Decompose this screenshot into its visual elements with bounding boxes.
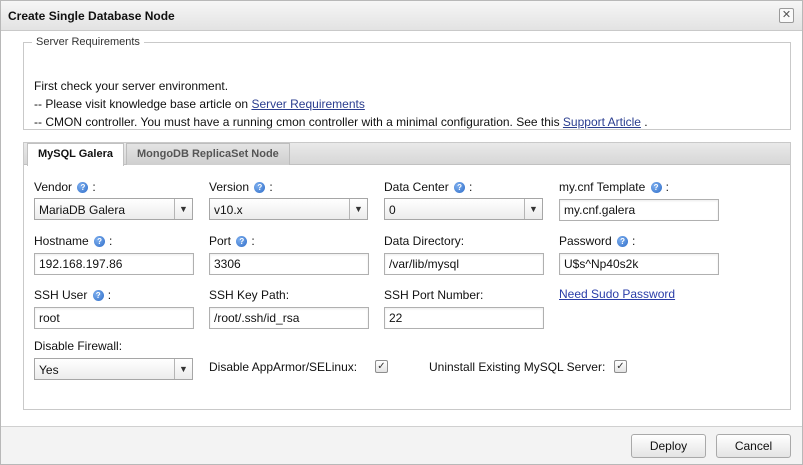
disable-apparmor-label: Disable AppArmor/SELinux: — [209, 360, 358, 374]
requirements-line-3: -- CMON controller. You must have a runn… — [34, 115, 648, 129]
dialog-titlebar: Create Single Database Node ✕ — [1, 1, 802, 31]
vendor-select[interactable]: MariaDB Galera ▼ — [34, 198, 193, 220]
data-center-select[interactable]: 0 ▼ — [384, 198, 543, 220]
version-label-text: Version — [209, 180, 250, 194]
colon: : — [632, 234, 636, 248]
dialog-title: Create Single Database Node — [8, 9, 175, 23]
help-icon[interactable]: ? — [94, 236, 106, 247]
vendor-value: MariaDB Galera — [39, 203, 126, 217]
port-input[interactable] — [209, 253, 369, 275]
data-center-label-text: Data Center — [384, 180, 449, 194]
disable-apparmor-checkbox[interactable]: ✓ — [375, 360, 388, 373]
tab-mongodb-replicaset[interactable]: MongoDB ReplicaSet Node — [126, 143, 290, 165]
password-label-text: Password — [559, 234, 612, 248]
help-icon[interactable]: ? — [650, 182, 662, 193]
colon: : — [469, 180, 473, 194]
hostname-label-text: Hostname — [34, 234, 89, 248]
dialog-footer: Deploy Cancel — [1, 426, 802, 464]
ssh-port-input[interactable] — [384, 307, 544, 329]
server-requirements-fieldset: Server Requirements First check your ser… — [23, 36, 791, 130]
mycnf-template-label-text: my.cnf Template — [559, 180, 646, 194]
requirements-line-2-text: -- Please visit knowledge base article o… — [34, 97, 252, 111]
colon: : — [109, 234, 113, 248]
disable-firewall-select[interactable]: Yes ▼ — [34, 358, 193, 380]
port-label: Port ?: — [209, 234, 255, 248]
dialog-content: Server Requirements First check your ser… — [1, 32, 802, 426]
uninstall-mysql-checkbox[interactable]: ✓ — [614, 360, 627, 373]
checkmark-icon: ✓ — [616, 361, 625, 372]
help-icon[interactable]: ? — [254, 182, 266, 193]
help-icon[interactable]: ? — [92, 290, 104, 301]
mycnf-template-label: my.cnf Template ?: — [559, 180, 669, 194]
password-label: Password ?: — [559, 234, 635, 248]
deploy-button[interactable]: Deploy — [631, 434, 706, 458]
chevron-down-icon: ▼ — [524, 199, 542, 219]
colon: : — [269, 180, 273, 194]
port-label-text: Port — [209, 234, 232, 248]
help-icon[interactable]: ? — [454, 182, 466, 193]
colon: : — [92, 180, 96, 194]
help-icon[interactable]: ? — [617, 236, 629, 247]
db-type-tabs-panel: MySQL Galera MongoDB ReplicaSet Node Ven… — [23, 142, 791, 410]
requirements-line-2: -- Please visit knowledge base article o… — [34, 97, 365, 111]
server-requirements-link[interactable]: Server Requirements — [251, 97, 364, 111]
ssh-user-label: SSH User ?: — [34, 288, 111, 302]
need-sudo-password-link[interactable]: Need Sudo Password — [559, 287, 675, 301]
vendor-label: Vendor ?: — [34, 180, 96, 194]
help-icon[interactable]: ? — [77, 182, 89, 193]
uninstall-mysql-label: Uninstall Existing MySQL Server: — [429, 360, 606, 374]
chevron-down-icon: ▼ — [349, 199, 367, 219]
requirements-line-1: First check your server environment. — [34, 79, 229, 93]
colon: : — [107, 288, 112, 302]
requirements-line-3-text: -- CMON controller. You must have a runn… — [34, 115, 563, 129]
version-select[interactable]: v10.x ▼ — [209, 198, 368, 220]
hostname-label: Hostname ?: — [34, 234, 112, 248]
vendor-label-text: Vendor — [34, 180, 73, 194]
server-requirements-legend: Server Requirements — [36, 36, 140, 48]
version-label: Version ?: — [209, 180, 273, 194]
data-directory-input[interactable] — [384, 253, 544, 275]
colon: : — [251, 234, 255, 248]
checkmark-icon: ✓ — [377, 361, 386, 372]
tab-mysql-galera[interactable]: MySQL Galera — [27, 143, 124, 166]
data-center-value: 0 — [389, 203, 396, 217]
ssh-port-label: SSH Port Number: — [384, 288, 484, 302]
ssh-user-input[interactable] — [34, 307, 194, 329]
password-input[interactable] — [559, 253, 719, 275]
ssh-key-path-label: SSH Key Path: — [209, 288, 290, 302]
requirements-line-3-suffix: . — [640, 115, 648, 129]
hostname-input[interactable] — [34, 253, 194, 275]
ssh-user-label-text: SSH User — [34, 288, 88, 302]
ssh-key-path-input[interactable] — [209, 307, 369, 329]
chevron-down-icon: ▼ — [174, 199, 192, 219]
close-icon[interactable]: ✕ — [779, 8, 794, 23]
version-value: v10.x — [214, 203, 243, 217]
disable-firewall-label: Disable Firewall: — [34, 339, 123, 353]
chevron-down-icon: ▼ — [174, 359, 192, 379]
mycnf-template-input[interactable] — [559, 199, 719, 221]
colon: : — [665, 180, 669, 194]
help-icon[interactable]: ? — [236, 236, 248, 247]
tab-strip: MySQL Galera MongoDB ReplicaSet Node — [24, 143, 790, 166]
create-node-dialog: Create Single Database Node ✕ Server Req… — [0, 0, 803, 465]
cancel-button[interactable]: Cancel — [716, 434, 791, 458]
disable-firewall-value: Yes — [39, 363, 59, 377]
data-directory-label: Data Directory: — [384, 234, 465, 248]
support-article-link[interactable]: Support Article — [563, 115, 641, 129]
data-center-label: Data Center ?: — [384, 180, 472, 194]
